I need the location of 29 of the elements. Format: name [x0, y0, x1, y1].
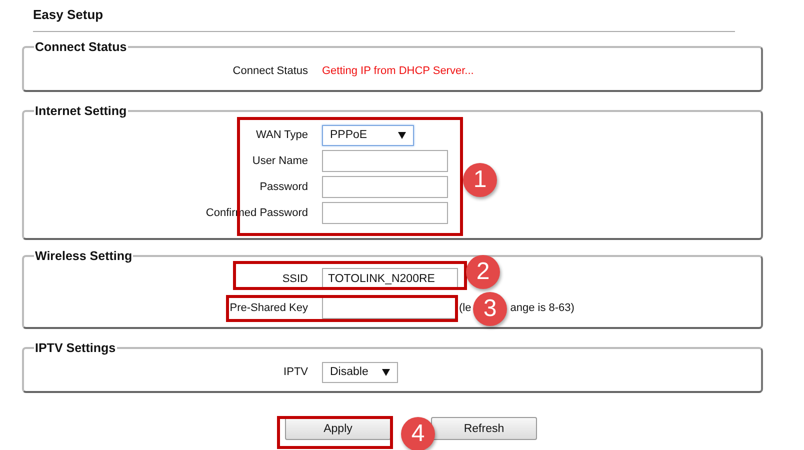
input-field[interactable]	[322, 202, 448, 224]
page-title: Easy Setup	[32, 6, 104, 24]
field-label: Pre-Shared Key	[228, 302, 308, 314]
input-field[interactable]: TOTOLINK_N200RE	[322, 268, 458, 290]
step-number-badge: 3	[473, 292, 507, 326]
section-legend: Connect Status	[34, 40, 128, 54]
caret-icon	[398, 132, 406, 138]
section-legend: Internet Setting	[34, 104, 128, 118]
field-label: IPTV	[282, 366, 308, 378]
step-number-badge: 2	[466, 255, 500, 289]
caret-icon	[382, 368, 390, 376]
apply-button[interactable]: Apply	[285, 417, 391, 440]
field-label: Connect Status	[232, 65, 308, 77]
step-number-badge: 4	[401, 417, 435, 450]
dropdown[interactable]: Disable	[322, 362, 398, 382]
dropdown[interactable]: PPPoE	[322, 124, 414, 146]
input-field[interactable]	[322, 150, 448, 172]
hint-text: ange is 8-63)	[510, 302, 574, 314]
status-text: Getting IP from DHCP Server...	[322, 65, 474, 77]
section-legend: Wireless Setting	[34, 249, 134, 263]
field-label: SSID	[281, 272, 308, 284]
section-legend: IPTV Settings	[34, 341, 117, 355]
field-label: Password	[258, 181, 308, 193]
hint-text: (le	[459, 302, 472, 314]
refresh-button[interactable]: Refresh	[431, 417, 537, 440]
field-label: WAN Type	[255, 129, 308, 141]
input-field[interactable]	[322, 176, 448, 198]
field-label: User Name	[251, 155, 308, 167]
step-number-badge: 1	[463, 163, 497, 197]
